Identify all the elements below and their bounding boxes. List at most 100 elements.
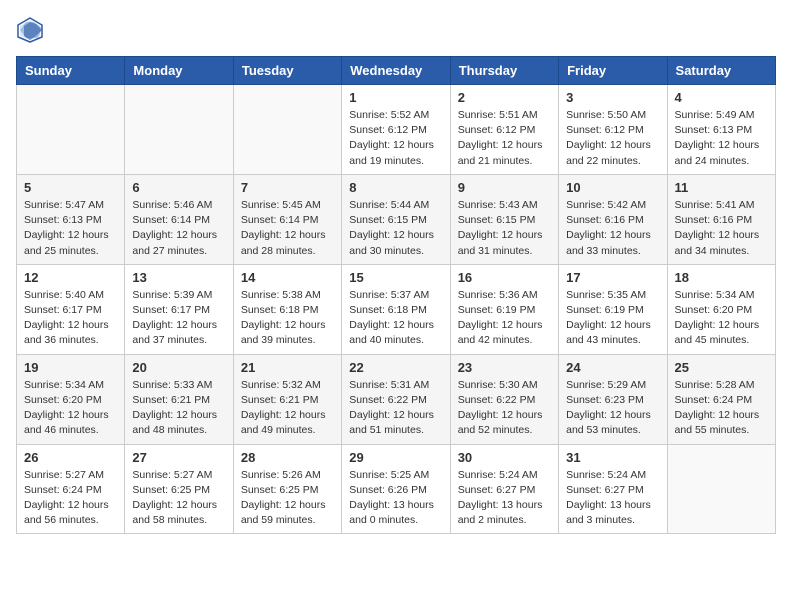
day-number: 1 xyxy=(349,90,442,105)
day-info: Sunrise: 5:33 AM Sunset: 6:21 PM Dayligh… xyxy=(132,378,225,439)
day-number: 2 xyxy=(458,90,551,105)
calendar-cell: 9 Sunrise: 5:43 AM Sunset: 6:15 PM Daylig… xyxy=(450,174,558,264)
page-header xyxy=(16,16,776,44)
calendar-week-row: 1 Sunrise: 5:52 AM Sunset: 6:12 PM Daylig… xyxy=(17,85,776,175)
calendar-cell: 28 Sunrise: 5:26 AM Sunset: 6:25 PM Dayli… xyxy=(233,444,341,534)
calendar-cell: 20Sunrise: 5:33 AM Sunset: 6:21 PM Dayli… xyxy=(125,354,233,444)
day-number: 14 xyxy=(241,270,334,285)
calendar-cell: 14 Sunrise: 5:38 AM Sunset: 6:18 PM Dayli… xyxy=(233,264,341,354)
day-info: Sunrise: 5:40 AM Sunset: 6:17 PM Dayligh… xyxy=(24,288,117,349)
day-number: 13 xyxy=(132,270,225,285)
day-info: Sunrise: 5:47 AM Sunset: 6:13 PM Dayligh… xyxy=(24,198,117,259)
day-number: 27 xyxy=(132,450,225,465)
logo xyxy=(16,16,48,44)
calendar-cell: 1 Sunrise: 5:52 AM Sunset: 6:12 PM Daylig… xyxy=(342,85,450,175)
day-header-monday: Monday xyxy=(125,57,233,85)
day-info: Sunrise: 5:31 AM Sunset: 6:22 PM Dayligh… xyxy=(349,378,442,439)
day-info: Sunrise: 5:39 AM Sunset: 6:17 PM Dayligh… xyxy=(132,288,225,349)
calendar-cell: 13 Sunrise: 5:39 AM Sunset: 6:17 PM Dayli… xyxy=(125,264,233,354)
calendar-header-row: SundayMondayTuesdayWednesdayThursdayFrid… xyxy=(17,57,776,85)
calendar-cell: 3Sunrise: 5:50 AM Sunset: 6:12 PM Daylig… xyxy=(559,85,667,175)
day-number: 25 xyxy=(675,360,768,375)
calendar-cell: 12 Sunrise: 5:40 AM Sunset: 6:17 PM Dayli… xyxy=(17,264,125,354)
day-header-thursday: Thursday xyxy=(450,57,558,85)
day-info: Sunrise: 5:43 AM Sunset: 6:15 PM Dayligh… xyxy=(458,198,551,259)
day-number: 7 xyxy=(241,180,334,195)
calendar-cell: 11 Sunrise: 5:41 AM Sunset: 6:16 PM Dayli… xyxy=(667,174,775,264)
day-number: 6 xyxy=(132,180,225,195)
day-info: Sunrise: 5:25 AM Sunset: 6:26 PM Dayligh… xyxy=(349,468,442,529)
calendar-cell: 15 Sunrise: 5:37 AM Sunset: 6:18 PM Dayli… xyxy=(342,264,450,354)
calendar-cell: 6 Sunrise: 5:46 AM Sunset: 6:14 PM Daylig… xyxy=(125,174,233,264)
day-number: 22 xyxy=(349,360,442,375)
day-header-sunday: Sunday xyxy=(17,57,125,85)
calendar-cell: 23 Sunrise: 5:30 AM Sunset: 6:22 PM Dayli… xyxy=(450,354,558,444)
calendar-cell: 27 Sunrise: 5:27 AM Sunset: 6:25 PM Dayli… xyxy=(125,444,233,534)
calendar-cell xyxy=(125,85,233,175)
day-info: Sunrise: 5:46 AM Sunset: 6:14 PM Dayligh… xyxy=(132,198,225,259)
day-info: Sunrise: 5:29 AM Sunset: 6:23 PM Dayligh… xyxy=(566,378,659,439)
day-info: Sunrise: 5:27 AM Sunset: 6:25 PM Dayligh… xyxy=(132,468,225,529)
day-number: 29 xyxy=(349,450,442,465)
day-info: Sunrise: 5:26 AM Sunset: 6:25 PM Dayligh… xyxy=(241,468,334,529)
day-info: Sunrise: 5:50 AM Sunset: 6:12 PM Dayligh… xyxy=(566,108,659,169)
calendar-table: SundayMondayTuesdayWednesdayThursdayFrid… xyxy=(16,56,776,534)
day-info: Sunrise: 5:45 AM Sunset: 6:14 PM Dayligh… xyxy=(241,198,334,259)
day-info: Sunrise: 5:32 AM Sunset: 6:21 PM Dayligh… xyxy=(241,378,334,439)
calendar-cell: 8 Sunrise: 5:44 AM Sunset: 6:15 PM Daylig… xyxy=(342,174,450,264)
calendar-cell: 16 Sunrise: 5:36 AM Sunset: 6:19 PM Dayli… xyxy=(450,264,558,354)
day-header-wednesday: Wednesday xyxy=(342,57,450,85)
calendar-week-row: 26Sunrise: 5:27 AM Sunset: 6:24 PM Dayli… xyxy=(17,444,776,534)
calendar-cell: 18 Sunrise: 5:34 AM Sunset: 6:20 PM Dayli… xyxy=(667,264,775,354)
calendar-cell: 17Sunrise: 5:35 AM Sunset: 6:19 PM Dayli… xyxy=(559,264,667,354)
day-info: Sunrise: 5:24 AM Sunset: 6:27 PM Dayligh… xyxy=(458,468,551,529)
day-number: 9 xyxy=(458,180,551,195)
calendar-week-row: 19Sunrise: 5:34 AM Sunset: 6:20 PM Dayli… xyxy=(17,354,776,444)
day-number: 31 xyxy=(566,450,659,465)
calendar-cell xyxy=(667,444,775,534)
logo-icon xyxy=(16,16,44,44)
calendar-cell: 4Sunrise: 5:49 AM Sunset: 6:13 PM Daylig… xyxy=(667,85,775,175)
calendar-cell: 24 Sunrise: 5:29 AM Sunset: 6:23 PM Dayli… xyxy=(559,354,667,444)
day-header-friday: Friday xyxy=(559,57,667,85)
day-info: Sunrise: 5:42 AM Sunset: 6:16 PM Dayligh… xyxy=(566,198,659,259)
day-info: Sunrise: 5:37 AM Sunset: 6:18 PM Dayligh… xyxy=(349,288,442,349)
day-info: Sunrise: 5:30 AM Sunset: 6:22 PM Dayligh… xyxy=(458,378,551,439)
day-number: 8 xyxy=(349,180,442,195)
calendar-cell: 2 Sunrise: 5:51 AM Sunset: 6:12 PM Daylig… xyxy=(450,85,558,175)
day-number: 12 xyxy=(24,270,117,285)
day-info: Sunrise: 5:51 AM Sunset: 6:12 PM Dayligh… xyxy=(458,108,551,169)
day-number: 11 xyxy=(675,180,768,195)
day-number: 23 xyxy=(458,360,551,375)
day-number: 15 xyxy=(349,270,442,285)
day-number: 16 xyxy=(458,270,551,285)
day-number: 19 xyxy=(24,360,117,375)
day-number: 24 xyxy=(566,360,659,375)
day-info: Sunrise: 5:24 AM Sunset: 6:27 PM Dayligh… xyxy=(566,468,659,529)
day-info: Sunrise: 5:41 AM Sunset: 6:16 PM Dayligh… xyxy=(675,198,768,259)
day-number: 10 xyxy=(566,180,659,195)
day-info: Sunrise: 5:44 AM Sunset: 6:15 PM Dayligh… xyxy=(349,198,442,259)
day-info: Sunrise: 5:38 AM Sunset: 6:18 PM Dayligh… xyxy=(241,288,334,349)
calendar-cell xyxy=(233,85,341,175)
calendar-cell: 10 Sunrise: 5:42 AM Sunset: 6:16 PM Dayli… xyxy=(559,174,667,264)
day-header-tuesday: Tuesday xyxy=(233,57,341,85)
day-info: Sunrise: 5:49 AM Sunset: 6:13 PM Dayligh… xyxy=(675,108,768,169)
day-number: 5 xyxy=(24,180,117,195)
day-header-saturday: Saturday xyxy=(667,57,775,85)
calendar-cell: 22 Sunrise: 5:31 AM Sunset: 6:22 PM Dayli… xyxy=(342,354,450,444)
calendar-week-row: 12 Sunrise: 5:40 AM Sunset: 6:17 PM Dayli… xyxy=(17,264,776,354)
day-info: Sunrise: 5:28 AM Sunset: 6:24 PM Dayligh… xyxy=(675,378,768,439)
day-number: 18 xyxy=(675,270,768,285)
calendar-cell: 30Sunrise: 5:24 AM Sunset: 6:27 PM Dayli… xyxy=(450,444,558,534)
calendar-cell: 5 Sunrise: 5:47 AM Sunset: 6:13 PM Daylig… xyxy=(17,174,125,264)
day-info: Sunrise: 5:34 AM Sunset: 6:20 PM Dayligh… xyxy=(675,288,768,349)
day-number: 26 xyxy=(24,450,117,465)
calendar-cell: 25 Sunrise: 5:28 AM Sunset: 6:24 PM Dayli… xyxy=(667,354,775,444)
calendar-cell: 7 Sunrise: 5:45 AM Sunset: 6:14 PM Daylig… xyxy=(233,174,341,264)
day-info: Sunrise: 5:36 AM Sunset: 6:19 PM Dayligh… xyxy=(458,288,551,349)
day-info: Sunrise: 5:52 AM Sunset: 6:12 PM Dayligh… xyxy=(349,108,442,169)
calendar-cell xyxy=(17,85,125,175)
day-number: 28 xyxy=(241,450,334,465)
day-number: 21 xyxy=(241,360,334,375)
